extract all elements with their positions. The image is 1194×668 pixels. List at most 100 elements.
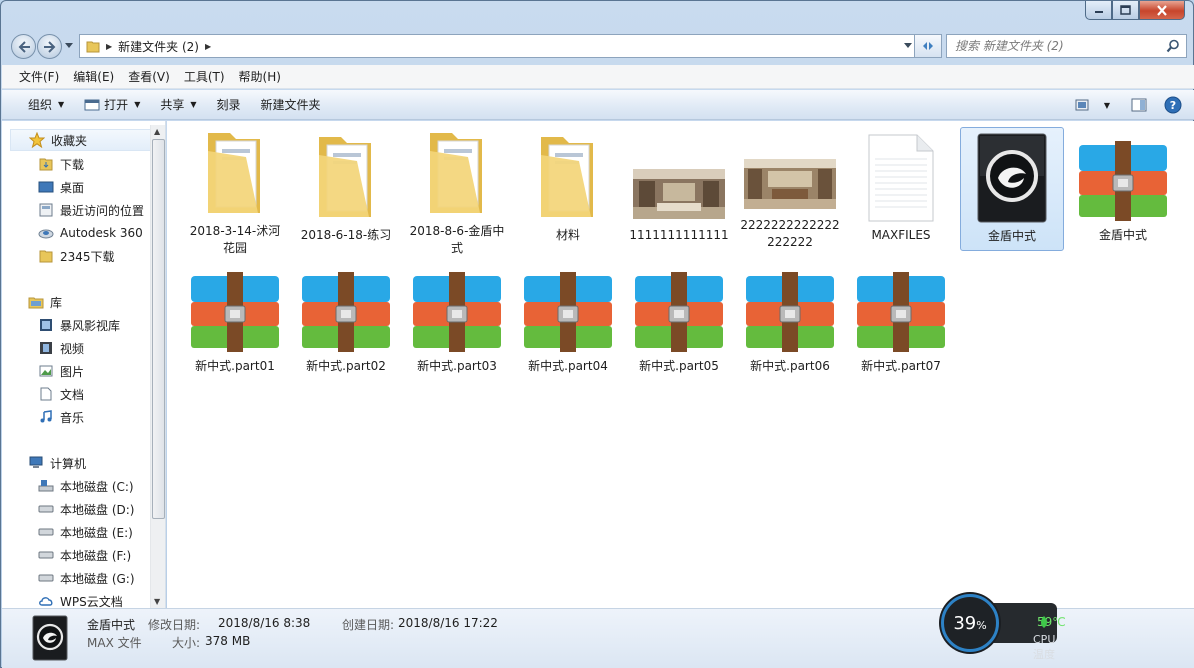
file-item-image[interactable]: 2222222222222222222 <box>738 127 842 251</box>
menu-help[interactable]: 帮助(H) <box>232 66 288 88</box>
nav-baofeng-label: 暴风影视库 <box>60 318 121 333</box>
nav-desktop[interactable]: 桌面 <box>38 176 84 198</box>
file-item-folder[interactable]: 2018-3-14-沭河花园 <box>183 127 287 255</box>
file-item-blank[interactable]: MAXFILES <box>849 127 953 251</box>
change-view-button[interactable] <box>1068 92 1098 118</box>
navigation-pane: 收藏夹 下载 桌面 最近访问的位置 Autodesk 360 2345下载 库 <box>2 121 166 608</box>
nav-recent[interactable]: 最近访问的位置 <box>38 199 144 221</box>
winrar-archive-icon <box>1075 127 1171 223</box>
forward-button[interactable] <box>37 34 62 59</box>
nav-videos[interactable]: 视频 <box>38 337 84 359</box>
file-item-rar[interactable]: 新中式.part05 <box>627 264 731 388</box>
chevron-down-icon[interactable] <box>904 43 912 49</box>
file-item-max-selected[interactable]: 金盾中式 <box>960 127 1064 251</box>
file-item-rar[interactable]: 新中式.part02 <box>294 264 398 388</box>
nav-pictures[interactable]: 图片 <box>38 360 84 382</box>
nav-disk-c[interactable]: 本地磁盘 (C:) <box>38 475 134 497</box>
nav-disk-f[interactable]: 本地磁盘 (F:) <box>38 544 131 566</box>
file-list: 2018-3-14-沭河花园 2018-6-18-练习 2018-8-6-金盾中… <box>167 121 1194 608</box>
menu-view[interactable]: 查看(V) <box>121 66 177 88</box>
file-item-rar[interactable]: 新中式.part03 <box>405 264 509 388</box>
open-button[interactable]: 打开 ▼ <box>74 92 150 118</box>
scroll-up-icon[interactable]: ▲ <box>154 127 160 136</box>
file-name: 新中式.part06 <box>750 359 830 373</box>
breadcrumb-separator-icon[interactable]: ▶ <box>205 42 211 51</box>
file-name: 金盾中式 <box>987 229 1036 243</box>
file-name: 金盾中式 <box>1098 228 1147 242</box>
back-button[interactable] <box>11 34 36 59</box>
file-item-rar[interactable]: 新中式.part07 <box>849 264 953 388</box>
scroll-thumb[interactable] <box>152 139 165 519</box>
file-name: 1111111111111 <box>629 228 729 242</box>
nav-music[interactable]: 音乐 <box>38 406 84 428</box>
help-button[interactable]: ? <box>1158 92 1188 118</box>
file-item-rar[interactable]: 金盾中式 <box>1071 127 1175 251</box>
nav-disk-e[interactable]: 本地磁盘 (E:) <box>38 521 133 543</box>
breadcrumb-separator-icon[interactable]: ▶ <box>106 42 112 51</box>
winrar-archive-icon <box>742 264 838 354</box>
file-item-image[interactable]: 1111111111111 <box>627 127 731 251</box>
file-item-rar[interactable]: 新中式.part04 <box>516 264 620 388</box>
chevron-down-icon: ▼ <box>1103 100 1111 110</box>
nav-favorites[interactable]: 收藏夹 <box>10 129 154 151</box>
nav-computer[interactable]: 计算机 <box>28 452 86 474</box>
burn-button[interactable]: 刻录 <box>207 92 251 118</box>
nav-libraries[interactable]: 库 <box>28 291 62 313</box>
folder-icon <box>86 41 100 53</box>
3ds-max-file-icon <box>964 128 1060 224</box>
scroll-down-icon[interactable]: ▼ <box>154 597 160 606</box>
organize-button[interactable]: 组织 ▼ <box>18 92 74 118</box>
nav-autodesk[interactable]: Autodesk 360 <box>38 222 143 244</box>
file-item-folder[interactable]: 2018-6-18-练习 <box>294 127 398 251</box>
new-folder-button[interactable]: 新建文件夹 <box>251 92 331 118</box>
nav-downloads[interactable]: 下载 <box>38 153 84 175</box>
close-button[interactable] <box>1139 1 1185 20</box>
minimize-button[interactable] <box>1085 1 1112 20</box>
cpu-temp-label: CPU温度 <box>1033 633 1056 661</box>
film-icon <box>38 340 54 356</box>
preview-pane-button[interactable] <box>1124 92 1154 118</box>
winrar-archive-icon <box>631 264 727 354</box>
nav-downloads-label: 下载 <box>60 157 85 172</box>
nav-baofeng[interactable]: 暴风影视库 <box>38 314 120 336</box>
file-item-rar[interactable]: 新中式.part06 <box>738 264 842 388</box>
new-folder-label: 新建文件夹 <box>260 98 321 112</box>
cpu-monitor-widget[interactable]: 59℃ CPU温度 39% <box>941 594 1066 661</box>
file-item-rar[interactable]: 新中式.part01 <box>183 264 287 388</box>
recent-pages-dropdown-icon[interactable] <box>65 43 73 49</box>
folder-icon <box>187 127 283 219</box>
nav-documents[interactable]: 文档 <box>38 383 84 405</box>
menu-edit[interactable]: 编辑(E) <box>66 66 121 88</box>
search-icon[interactable] <box>1166 39 1180 53</box>
menu-file[interactable]: 文件(F) <box>12 66 66 88</box>
nav-wps[interactable]: WPS云文档 <box>38 590 123 608</box>
nav-desktop-label: 桌面 <box>60 180 85 195</box>
maximize-button[interactable] <box>1112 1 1139 20</box>
downloads-folder-icon <box>38 156 54 172</box>
file-name: MAXFILES <box>871 228 931 242</box>
nav-computer-label: 计算机 <box>50 456 87 471</box>
minimize-icon <box>1094 11 1103 13</box>
nav-scrollbar[interactable]: ▲ ▼ <box>150 125 165 608</box>
nav-disk-d[interactable]: 本地磁盘 (D:) <box>38 498 134 520</box>
details-file-type: MAX 文件 <box>87 636 142 650</box>
address-bar[interactable]: ▶ 新建文件夹 (2) ▶ <box>79 34 919 58</box>
nav-disk-g[interactable]: 本地磁盘 (G:) <box>38 567 135 589</box>
refresh-button[interactable] <box>914 34 942 58</box>
search-box[interactable] <box>946 34 1187 58</box>
breadcrumb-current[interactable]: 新建文件夹 (2) <box>118 38 199 55</box>
menu-tools[interactable]: 工具(T) <box>177 66 232 88</box>
nav-2345[interactable]: 2345下载 <box>38 245 115 267</box>
view-dropdown-button[interactable]: ▼ <box>1098 92 1116 118</box>
window-icon <box>84 99 100 110</box>
winrar-archive-icon <box>187 264 283 354</box>
file-item-folder[interactable]: 材料 <box>516 127 620 251</box>
share-button[interactable]: 共享 ▼ <box>150 92 206 118</box>
cpu-usage-gauge: 39% <box>941 594 999 652</box>
open-label: 打开 <box>104 98 129 112</box>
winrar-archive-icon <box>298 264 394 354</box>
nav-autodesk-label: Autodesk 360 <box>60 226 143 240</box>
search-input[interactable] <box>947 35 1157 57</box>
file-item-folder[interactable]: 2018-8-6-金盾中式 <box>405 127 509 255</box>
folder-icon <box>38 248 54 264</box>
